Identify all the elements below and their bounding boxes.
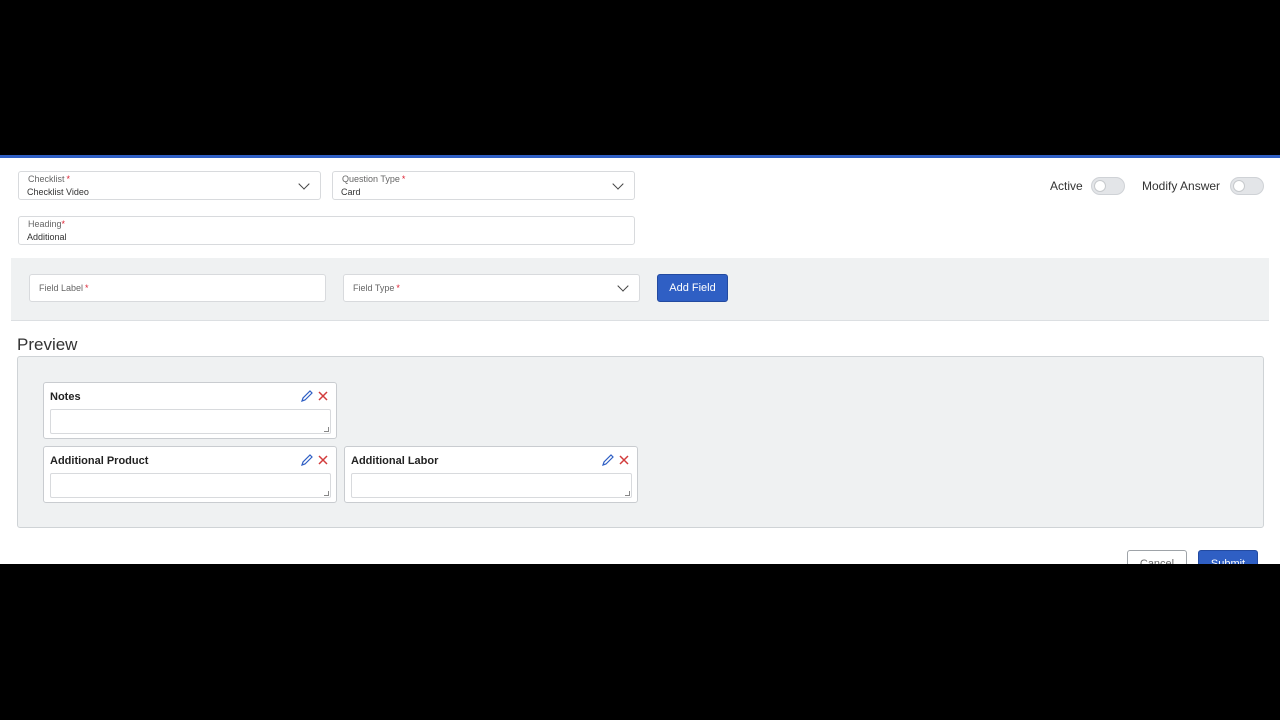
active-toggle-label: Active	[1050, 179, 1083, 193]
preview-card-notes: Notes	[43, 382, 337, 439]
pencil-icon[interactable]	[601, 453, 615, 467]
additional-labor-textarea[interactable]	[351, 473, 632, 498]
chevron-down-icon	[617, 280, 629, 292]
toggle-knob	[1094, 180, 1106, 192]
question-type-value: Card	[341, 187, 361, 197]
checklist-label: Checklist *	[28, 174, 71, 184]
add-field-bar: Field Label * Field Type * Add Field	[11, 258, 1269, 321]
add-field-button[interactable]: Add Field	[657, 274, 728, 302]
preview-card-additional-labor: Additional Labor	[344, 446, 638, 503]
question-type-select[interactable]: Question Type * Card	[332, 171, 635, 200]
preview-title: Preview	[17, 335, 78, 354]
chevron-down-icon	[298, 178, 310, 190]
heading-input[interactable]: Heading* Additional	[18, 216, 635, 245]
card-title: Additional Labor	[351, 455, 439, 467]
card-title: Additional Product	[50, 455, 149, 467]
field-type-select[interactable]: Field Type *	[343, 274, 640, 302]
card-title: Notes	[50, 391, 81, 403]
field-label-input[interactable]: Field Label *	[29, 274, 326, 302]
modify-answer-toggle[interactable]	[1230, 177, 1264, 195]
pencil-icon[interactable]	[300, 453, 314, 467]
preview-panel: Notes Additional Product Additional Labo…	[17, 356, 1264, 528]
close-icon[interactable]	[617, 453, 631, 467]
notes-textarea[interactable]	[50, 409, 331, 434]
preview-card-additional-product: Additional Product	[43, 446, 337, 503]
close-icon[interactable]	[316, 453, 330, 467]
checklist-select[interactable]: Checklist * Checklist Video	[18, 171, 321, 200]
field-type-placeholder: Field Type *	[353, 283, 400, 293]
checklist-question-form: Checklist * Checklist Video Question Type…	[0, 155, 1280, 564]
additional-product-textarea[interactable]	[50, 473, 331, 498]
modify-answer-toggle-label: Modify Answer	[1142, 179, 1221, 193]
question-type-label: Question Type *	[342, 174, 406, 184]
field-label-placeholder: Field Label *	[39, 283, 89, 293]
close-icon[interactable]	[316, 389, 330, 403]
active-toggle[interactable]	[1091, 177, 1125, 195]
checklist-value: Checklist Video	[27, 187, 89, 197]
chevron-down-icon	[612, 178, 624, 190]
heading-value: Additional	[27, 232, 67, 242]
cancel-button[interactable]: Cancel	[1127, 550, 1187, 564]
submit-button[interactable]: Submit	[1198, 550, 1258, 564]
toggle-knob	[1233, 180, 1245, 192]
pencil-icon[interactable]	[300, 389, 314, 403]
heading-label: Heading*	[28, 219, 66, 229]
